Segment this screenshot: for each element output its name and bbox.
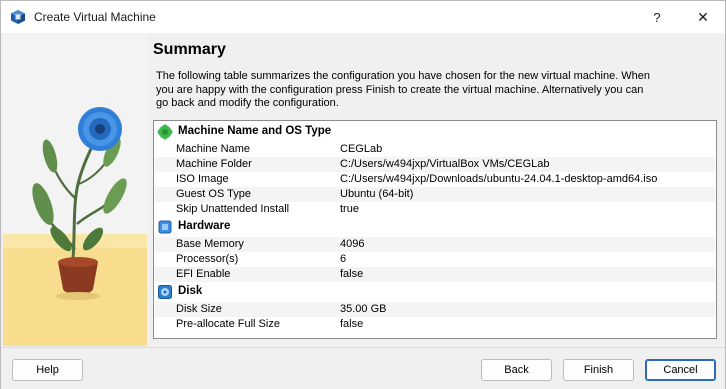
row-value: Ubuntu (64-bit) (340, 188, 414, 200)
create-vm-dialog: Create Virtual Machine ? ✕ Summary The f… (0, 0, 726, 389)
row-key: Machine Folder (176, 158, 252, 170)
chip-icon (158, 220, 172, 234)
dialog-content: Summary The following table summarizes t… (1, 33, 725, 347)
section-hardware: Hardware (155, 217, 715, 237)
virtualbox-icon (11, 10, 25, 24)
finish-button[interactable]: Finish (563, 359, 634, 381)
table-row: EFI Enable false (155, 267, 715, 282)
table-row: Skip Unattended Install true (155, 202, 715, 217)
row-key: EFI Enable (176, 268, 231, 280)
row-key: Pre-allocate Full Size (176, 318, 280, 330)
row-key: Processor(s) (176, 253, 239, 265)
row-key: ISO Image (176, 173, 229, 185)
row-value: C:/Users/w494jxp/VirtualBox VMs/CEGLab (340, 158, 550, 170)
table-row: Guest OS Type Ubuntu (64-bit) (155, 187, 715, 202)
row-value: false (340, 318, 364, 330)
table-row: Machine Name CEGLab (155, 142, 715, 157)
table-row: Disk Size 35.00 GB (155, 302, 715, 317)
disk-icon (158, 285, 172, 299)
table-row: Machine Folder C:/Users/w494jxp/VirtualB… (155, 157, 715, 172)
row-value: 4096 (340, 238, 365, 250)
back-button[interactable]: Back (481, 359, 552, 381)
puzzle-icon (157, 124, 173, 140)
table-row: ISO Image C:/Users/w494jxp/Downloads/ubu… (155, 172, 715, 187)
plant-illustration (3, 34, 147, 346)
section-title: Disk (178, 285, 203, 297)
section-disk: Disk (155, 282, 715, 302)
help-title-button[interactable]: ? (635, 1, 679, 33)
window-title: Create Virtual Machine (34, 10, 156, 24)
row-value: false (340, 268, 364, 280)
row-value: true (340, 203, 359, 215)
table-row: Processor(s) 6 (155, 252, 715, 267)
row-value: CEGLab (340, 143, 383, 155)
row-key: Skip Unattended Install (176, 203, 290, 215)
row-key: Disk Size (176, 303, 222, 315)
row-value: 6 (340, 253, 347, 265)
row-value: 35.00 GB (340, 303, 387, 315)
button-bar: Help Back Finish Cancel (1, 347, 725, 389)
row-key: Machine Name (176, 143, 250, 155)
summary-description: The following table summarizes the confi… (156, 70, 651, 109)
table-row: Pre-allocate Full Size false (155, 317, 715, 332)
table-row: Base Memory 4096 (155, 237, 715, 252)
row-key: Guest OS Type (176, 188, 252, 200)
summary-table: Machine Name and OS Type Machine Name CE… (153, 120, 717, 339)
section-title: Hardware (178, 220, 231, 232)
close-button[interactable]: ✕ (681, 1, 725, 33)
row-key: Base Memory (176, 238, 244, 250)
summary-heading: Summary (153, 41, 226, 58)
section-title: Machine Name and OS Type (178, 125, 332, 137)
title-bar: Create Virtual Machine ? ✕ (1, 1, 725, 33)
cancel-button[interactable]: Cancel (645, 359, 716, 381)
help-button[interactable]: Help (12, 359, 83, 381)
row-value: C:/Users/w494jxp/Downloads/ubuntu-24.04.… (340, 173, 658, 185)
section-machine-name-os-type: Machine Name and OS Type (155, 122, 715, 142)
